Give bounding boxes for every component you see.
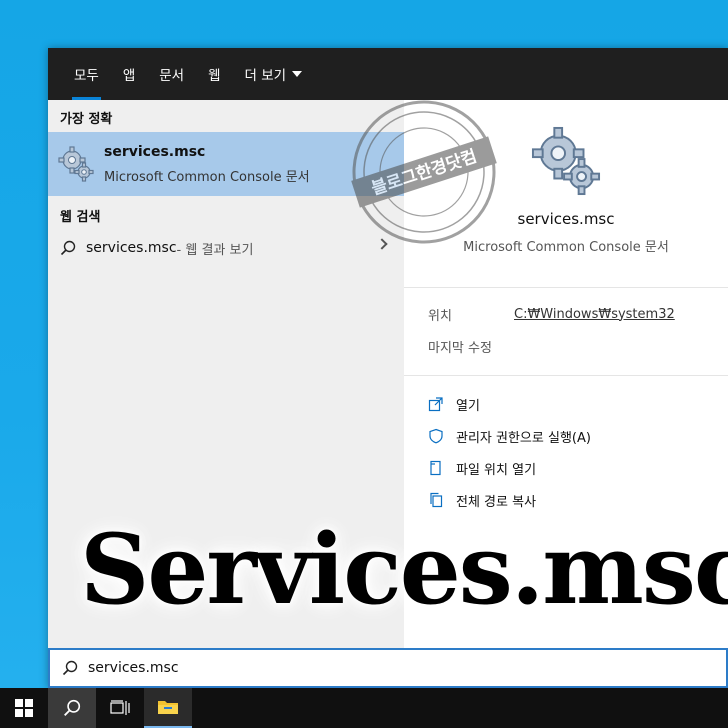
start-button[interactable] <box>0 688 48 728</box>
web-search-item[interactable]: services.msc - 웹 결과 보기 <box>48 230 404 266</box>
search-tabs: 모두 앱 문서 웹 더 보기 <box>48 48 728 100</box>
search-box[interactable] <box>48 648 728 688</box>
open-icon <box>428 397 443 412</box>
web-search-query: services.msc <box>86 240 177 256</box>
location-row: 위치 C:₩Windows₩system32 <box>404 298 728 330</box>
tab-documents[interactable]: 문서 <box>147 48 196 100</box>
tab-web[interactable]: 웹 <box>196 48 232 100</box>
folder-icon <box>158 701 178 714</box>
location-link[interactable]: C:₩Windows₩system32 <box>514 307 675 322</box>
search-icon <box>64 699 81 716</box>
tab-apps[interactable]: 앱 <box>111 48 147 100</box>
overlay-title: Services.msc <box>80 513 728 626</box>
chevron-down-icon <box>292 71 303 77</box>
task-view-icon <box>110 700 130 715</box>
task-view-button[interactable] <box>96 688 144 728</box>
gear-icon <box>531 126 601 196</box>
taskbar-search-button[interactable] <box>48 688 96 728</box>
location-label: 위치 <box>428 308 452 324</box>
windows-logo-icon <box>15 699 33 717</box>
action-open-file-location[interactable]: 파일 위치 열기 <box>404 452 728 484</box>
search-icon <box>62 660 78 676</box>
search-icon <box>60 240 76 256</box>
detail-properties: 위치 C:₩Windows₩system32 마지막 수정 <box>404 288 728 376</box>
best-match-subtitle: Microsoft Common Console 문서 <box>104 169 310 185</box>
web-search-label: 웹 검색 <box>60 210 101 225</box>
action-open[interactable]: 열기 <box>404 388 728 420</box>
best-match-title: services.msc <box>104 143 206 160</box>
modified-row: 마지막 수정 <box>404 330 728 362</box>
file-location-icon <box>430 460 441 476</box>
web-search-suffix: - 웹 결과 보기 <box>176 242 254 258</box>
action-list: 열기 관리자 권한으로 실행(A) 파일 위치 열기 전체 경로 복사 <box>404 376 728 516</box>
action-copy-path[interactable]: 전체 경로 복사 <box>404 484 728 516</box>
search-input[interactable] <box>88 660 388 676</box>
gear-icon <box>58 146 94 182</box>
tab-all[interactable]: 모두 <box>62 48 111 100</box>
copy-icon <box>430 492 443 508</box>
modified-label: 마지막 수정 <box>428 340 492 356</box>
tab-more[interactable]: 더 보기 <box>233 48 315 100</box>
shield-icon <box>429 428 443 444</box>
taskbar <box>0 688 728 728</box>
file-explorer-button[interactable] <box>144 688 192 728</box>
action-run-as-admin[interactable]: 관리자 권한으로 실행(A) <box>404 420 728 452</box>
